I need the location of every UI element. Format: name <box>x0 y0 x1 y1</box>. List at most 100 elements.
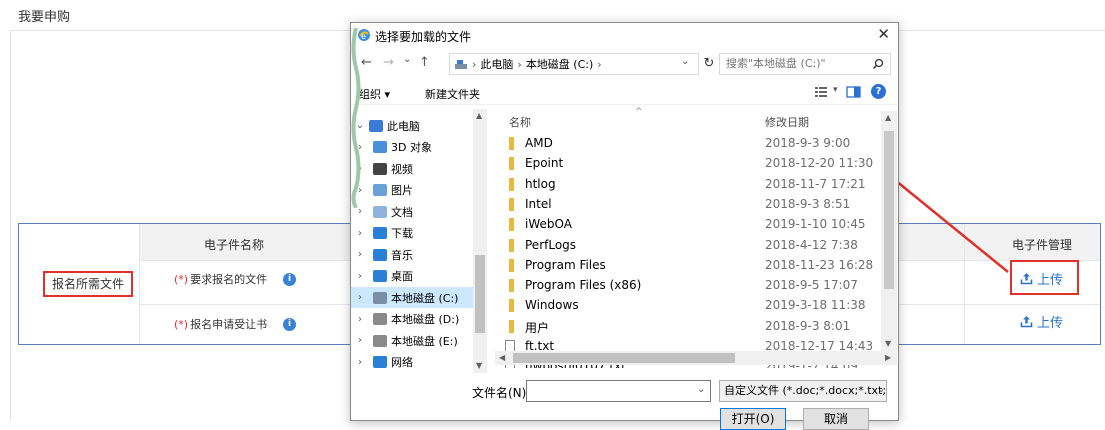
desktop-icon <box>373 270 387 282</box>
pictures-icon <box>373 184 387 196</box>
chevron-right-icon[interactable]: › <box>351 314 369 325</box>
scroll-down-arrow[interactable]: ▼ <box>885 339 891 348</box>
folder-icon <box>509 238 514 252</box>
nav-item-label: 音乐 <box>391 248 413 262</box>
address-bar[interactable]: › 此电脑 › 本地磁盘 (C:) › <box>449 53 699 75</box>
filename-input[interactable] <box>526 380 711 402</box>
preview-pane-icon[interactable] <box>845 84 863 100</box>
folder-icon <box>509 279 514 293</box>
nav-item[interactable]: › 本地磁盘 (E:) <box>351 330 473 351</box>
nav-item[interactable]: › 音乐 <box>351 244 473 265</box>
list-item[interactable]: AMD 2018-9-3 9:00 <box>495 133 881 155</box>
list-item[interactable]: htlog 2018-11-7 17:21 <box>495 174 881 196</box>
nav-item[interactable]: ⌄ 此电脑 <box>351 115 473 136</box>
file-name: Intel <box>525 196 552 211</box>
cancel-button[interactable]: 取消 <box>803 408 869 430</box>
refresh-button[interactable]: ↻ <box>699 53 719 75</box>
list-item[interactable]: PerfLogs 2018-4-12 7:38 <box>495 235 881 257</box>
breadcrumb-item[interactable]: 此电脑 <box>480 56 513 72</box>
nav-item[interactable]: › 下载 <box>351 223 473 244</box>
nav-item-label: 文档 <box>391 205 413 219</box>
view-options-icon[interactable] <box>813 84 831 100</box>
file-modified-date: 2018-9-3 9:00 <box>765 136 851 150</box>
dialog-toolbar: 组织 ▾ 新建文件夹 ▾ ? <box>351 81 898 105</box>
list-item[interactable]: Windows 2019-3-18 11:38 <box>495 295 881 317</box>
file-name: PerfLogs <box>525 237 577 252</box>
nav-item-label: 视频 <box>391 162 413 176</box>
filetype-dropdown-icon[interactable]: ⌄ <box>877 384 885 395</box>
list-item[interactable]: 用户 2018-9-3 8:01 <box>495 316 881 338</box>
nav-item[interactable]: › 视频 <box>351 158 473 179</box>
close-icon[interactable]: ✕ <box>877 25 890 43</box>
file-name: Windows <box>525 298 579 313</box>
upload-label: 上传 <box>1037 316 1064 331</box>
open-button[interactable]: 打开(O) <box>720 408 786 430</box>
up-button[interactable]: ↑ <box>419 55 430 70</box>
file-name: Epoint <box>525 156 564 171</box>
required-file-label: 报名申请受让书 <box>190 318 268 331</box>
back-button[interactable]: ← <box>361 55 372 70</box>
nav-item[interactable]: › 桌面 <box>351 266 473 287</box>
nav-item[interactable]: › 本地磁盘 (D:) <box>351 309 473 330</box>
required-file-row: (*) 报名申请受让书 i <box>174 316 297 332</box>
nav-item-label: 本地磁盘 (D:) <box>391 313 460 326</box>
drive-c-icon <box>373 291 387 304</box>
scroll-down-arrow[interactable]: ▼ <box>476 361 482 370</box>
address-dropdown-icon[interactable]: ⌄ <box>681 56 689 67</box>
filetype-select[interactable]: 自定义文件 (*.doc;*.docx;*.txt;' <box>719 380 887 402</box>
list-item[interactable]: iWebOA 2019-1-10 10:45 <box>495 214 881 236</box>
downloads-icon <box>373 227 387 239</box>
info-icon[interactable]: i <box>283 272 297 286</box>
column-header-date[interactable]: 修改日期 <box>765 114 809 130</box>
filename-label: 文件名(N): <box>472 386 531 400</box>
help-icon[interactable]: ? <box>871 84 886 99</box>
list-item[interactable]: Epoint 2018-12-20 11:30 <box>495 153 881 175</box>
file-name: iWebOA <box>525 217 572 232</box>
file-list-vscrollbar[interactable]: ▲ ▼ <box>881 111 897 351</box>
breadcrumb-separator: › <box>517 57 522 71</box>
organize-menu[interactable]: 组织 ▾ <box>359 86 390 102</box>
chevron-right-icon[interactable]: › <box>351 335 369 346</box>
file-list-hscroll-thumb[interactable] <box>513 353 735 363</box>
folder-icon <box>509 319 514 333</box>
scroll-right-arrow[interactable]: ▶ <box>885 353 891 362</box>
chevron-right-icon[interactable]: › <box>351 228 369 239</box>
list-item[interactable]: Program Files (x86) 2018-9-5 17:07 <box>495 275 881 297</box>
search-input[interactable]: 搜索"本地磁盘 (C:)" <box>719 53 891 75</box>
nav-item-label: 下载 <box>391 227 413 240</box>
file-modified-date: 2018-11-23 16:28 <box>765 257 874 272</box>
nav-item[interactable]: › 文档 <box>351 201 473 222</box>
upload-button[interactable]: 上传 <box>1020 269 1063 288</box>
breadcrumb-item[interactable]: 本地磁盘 (C:) <box>526 56 593 72</box>
upload-button[interactable]: 上传 <box>1020 312 1063 331</box>
file-name: Program Files <box>525 257 606 272</box>
forward-button[interactable]: → <box>383 55 394 70</box>
chevron-right-icon[interactable]: › <box>351 249 369 260</box>
breadcrumb-separator: › <box>597 57 602 71</box>
chevron-right-icon[interactable]: › <box>351 271 369 282</box>
view-dropdown-icon[interactable]: ▾ <box>833 85 838 95</box>
chevron-right-icon[interactable]: › <box>351 292 369 303</box>
info-icon[interactable]: i <box>283 317 297 331</box>
scroll-up-arrow[interactable]: ▲ <box>476 111 482 120</box>
column-header-name[interactable]: 名称 <box>509 114 531 130</box>
list-item[interactable]: Program Files 2018-11-23 16:28 <box>495 255 881 277</box>
file-list-scroll-thumb[interactable] <box>884 131 894 289</box>
chevron-right-icon[interactable]: › <box>351 357 369 368</box>
nav-pane-scroll-thumb[interactable] <box>475 255 485 333</box>
section-label: 报名所需文件 <box>43 271 133 297</box>
file-modified-date: 2018-9-5 17:07 <box>765 278 858 293</box>
filename-dropdown-icon[interactable]: ⌄ <box>697 384 705 395</box>
nav-pane-scrollbar[interactable]: ▲ ▼ <box>473 109 487 373</box>
nav-item[interactable]: › 网络 <box>351 352 473 373</box>
nav-item-label: 图片 <box>391 184 413 197</box>
new-folder-button[interactable]: 新建文件夹 <box>425 86 480 102</box>
scroll-left-arrow[interactable]: ◀ <box>499 353 505 362</box>
list-item[interactable]: Intel 2018-9-3 8:51 <box>495 194 881 216</box>
nav-item[interactable]: › 本地磁盘 (C:) <box>351 287 473 308</box>
nav-item[interactable]: › 3D 对象 <box>351 137 473 158</box>
recent-locations-button[interactable]: ⌄ <box>403 54 411 65</box>
scroll-up-arrow[interactable]: ▲ <box>885 113 891 122</box>
nav-item[interactable]: › 图片 <box>351 180 473 201</box>
file-list-hscrollbar[interactable]: ◀ ▶ <box>495 351 897 365</box>
